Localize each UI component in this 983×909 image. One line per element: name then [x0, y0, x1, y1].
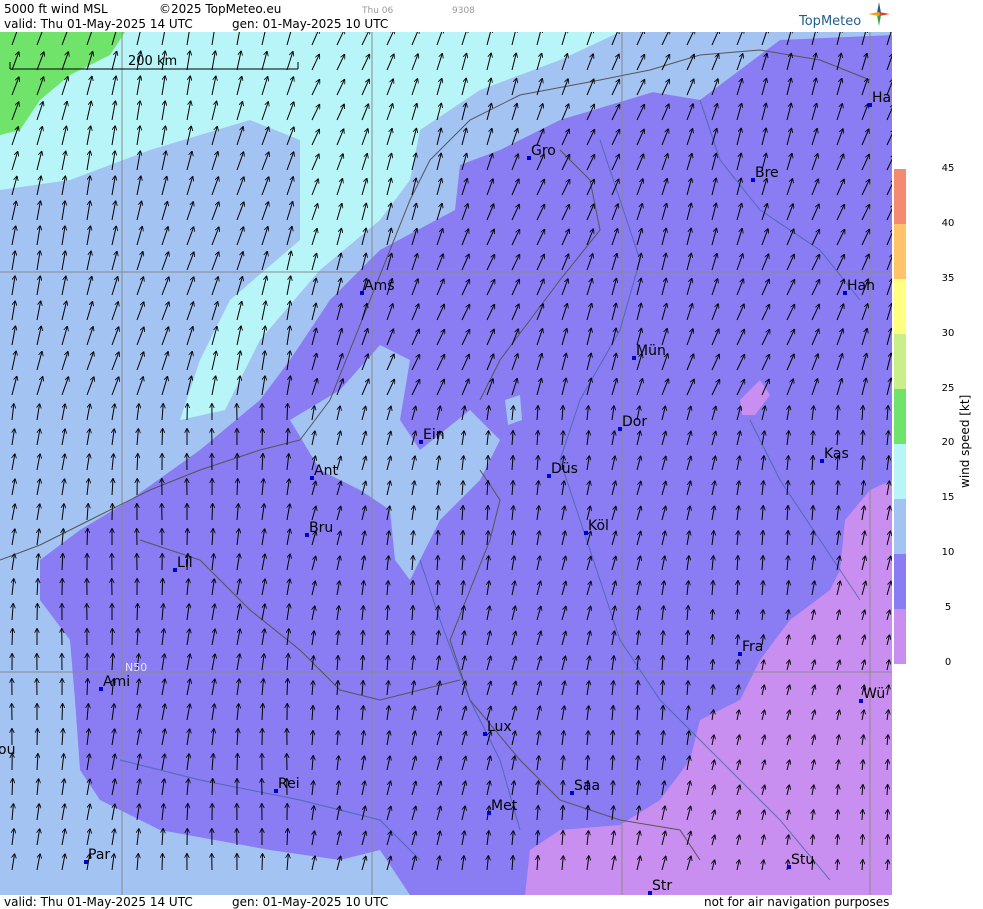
city-label-Par: Par: [88, 847, 110, 863]
scale-label: 200 km: [128, 54, 177, 69]
city-label-Kas: Kas: [824, 446, 849, 462]
wind-arrow: [12, 629, 13, 646]
city-label-Wü: Wü: [863, 686, 885, 702]
gen-time-top: gen: 01-May-2025 10 UTC: [232, 17, 389, 31]
compass-logo-icon: [868, 2, 890, 26]
city-label-Gro: Gro: [531, 143, 556, 159]
tick-40: 40: [941, 218, 955, 229]
wind-arrow: [287, 829, 288, 846]
city-label-Lux: Lux: [487, 719, 512, 735]
wind-arrow: [12, 779, 13, 796]
copyright: ©2025 TopMeteo.eu: [159, 2, 282, 16]
city-label-Ant: Ant: [314, 463, 338, 479]
tick-15: 15: [941, 492, 955, 503]
tick-45: 45: [941, 163, 955, 174]
city-label-Han: Han: [847, 278, 875, 294]
city-label-Lil: Lil: [177, 555, 193, 571]
colorbar-segment-5-10: [894, 554, 906, 609]
tick-30: 30: [941, 328, 955, 339]
wind-arrow: [87, 529, 88, 546]
valid-time-top: valid: Thu 01-May-2025 14 UTC: [4, 17, 193, 31]
wind-arrow: [87, 679, 88, 696]
city-label-Bru: Bru: [309, 520, 333, 536]
city-label-Rei: Rei: [278, 776, 300, 792]
colorbar-segment-40-45: [894, 169, 906, 224]
legend-title: wind speed [kt]: [958, 394, 972, 488]
city-label-Saa: Saa: [574, 778, 600, 794]
city-label-Ami: Ami: [103, 674, 130, 690]
wind-arrow: [287, 679, 288, 696]
wind-arrow: [862, 810, 863, 821]
colorbar-segment-35-40: [894, 224, 906, 279]
city-label-Düs: Düs: [551, 461, 578, 477]
faint-day: Thu 06: [362, 6, 394, 16]
topmeteo-logo-text: TopMeteo: [799, 14, 862, 29]
wind-arrow: [262, 854, 263, 871]
tick-5: 5: [944, 602, 952, 613]
wind-arrow: [237, 479, 238, 496]
wind-arrow: [887, 810, 888, 821]
city-label-Ha: Ha: [872, 90, 891, 106]
wind-arrow: [712, 610, 713, 621]
city-label-ou: ou: [0, 742, 15, 758]
city-label-Ams: Ams: [364, 278, 395, 294]
tick-0: 0: [944, 657, 952, 668]
wind-arrow: [137, 604, 138, 621]
city-label-Met: Met: [491, 798, 518, 814]
wind-arrow: [237, 754, 238, 771]
tick-35: 35: [941, 273, 955, 284]
tick-10: 10: [941, 547, 955, 558]
city-label-Bre: Bre: [755, 165, 779, 181]
valid-time-bottom: valid: Thu 01-May-2025 14 UTC: [4, 895, 193, 909]
wind-arrow: [287, 404, 288, 421]
city-label-Ein: Ein: [423, 427, 445, 443]
faint-code: 9308: [452, 6, 475, 16]
tick-25: 25: [941, 383, 955, 394]
city-label-Stu: Stu: [791, 852, 814, 868]
footer-bar: valid: Thu 01-May-2025 14 UTC gen: 01-Ma…: [0, 895, 892, 909]
tick-20: 20: [941, 437, 955, 448]
city-label-Mün: Mün: [636, 343, 666, 359]
header-bar: 5000 ft wind MSL ©2025 TopMeteo.eu Thu 0…: [0, 0, 892, 32]
colorbar-segment-10-15: [894, 499, 906, 554]
latitude-label: N50: [125, 661, 147, 674]
wind-arrow: [162, 579, 163, 596]
colorbar-segment-15-20: [894, 444, 906, 499]
chart-title: 5000 ft wind MSL: [4, 2, 108, 16]
wind-arrow: [862, 835, 863, 846]
wind-arrow: [212, 779, 213, 796]
wind-arrow: [212, 504, 213, 521]
wind-arrow: [887, 785, 888, 796]
wind-arrow: [162, 854, 163, 871]
wind-arrow: [62, 704, 63, 721]
city-label-Köl: Köl: [588, 518, 609, 534]
wind-map: 200 km N50 Gro Bre Ha Ams Han Mün Dor Ein Kas Ant…: [0, 32, 892, 895]
colorbar-segment-0-5: [894, 609, 906, 664]
city-label-Str: Str: [652, 878, 672, 894]
wind-arrow: [162, 429, 163, 446]
city-label-Fra: Fra: [742, 639, 763, 655]
colorbar-segment-25-30: [894, 334, 906, 389]
disclaimer: not for air navigation purposes: [704, 895, 890, 909]
gen-time-bottom: gen: 01-May-2025 10 UTC: [232, 895, 389, 909]
colorbar-segment-20-25: [894, 389, 906, 444]
wind-arrow: [837, 860, 838, 871]
colorbar-segment-30-35: [894, 279, 906, 334]
city-label-Dor: Dor: [622, 414, 647, 430]
